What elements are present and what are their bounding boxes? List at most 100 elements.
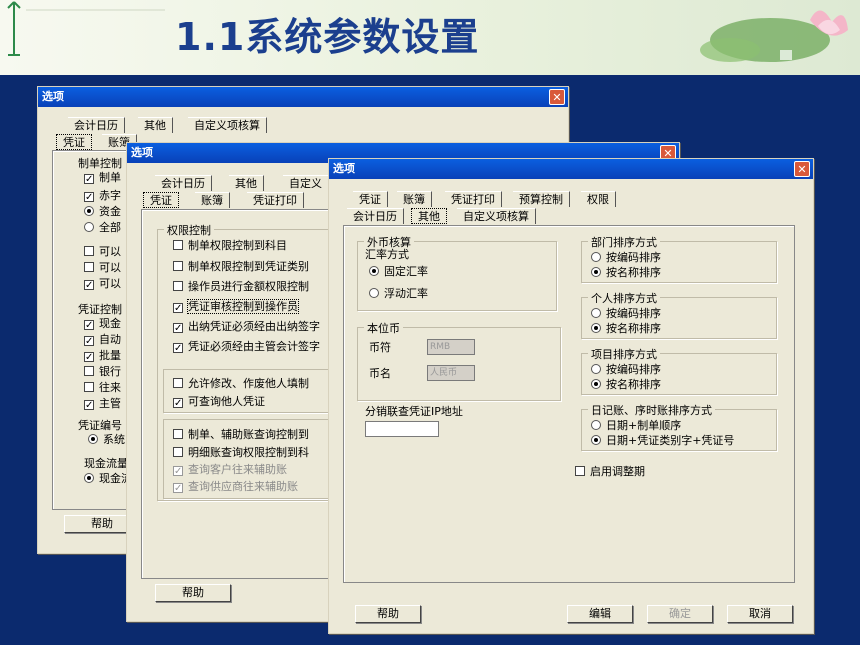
checkbox-item[interactable]: ✓ 主管 — [84, 397, 121, 411]
checkbox-checked-icon[interactable]: ✓ — [84, 174, 94, 185]
radio-selected-icon[interactable] — [369, 266, 379, 276]
checkbox-icon[interactable] — [173, 240, 183, 250]
radio-item[interactable]: 系统 — [88, 433, 125, 447]
checkbox-item[interactable]: 可以 — [84, 245, 121, 259]
checkbox-icon[interactable] — [173, 281, 183, 291]
tab-voucher[interactable]: 凭证 — [56, 134, 92, 150]
radio-selected-icon[interactable] — [84, 206, 94, 216]
radio-selected-icon[interactable] — [88, 434, 98, 444]
tab-budget-control[interactable]: 预算控制 — [513, 191, 570, 207]
checkbox-checked-icon[interactable]: ✓ — [84, 336, 94, 347]
tab-other[interactable]: 其他 — [229, 175, 264, 191]
radio-sort-by-code[interactable]: 按编码排序 — [591, 307, 661, 321]
tab-voucher[interactable]: 凭证 — [143, 192, 179, 208]
checkbox-icon[interactable] — [84, 262, 94, 272]
checkbox-item[interactable]: 制单、辅助账查询控制到 — [173, 428, 309, 442]
tab-calendar[interactable]: 会计日历 — [155, 175, 212, 191]
close-button[interactable]: ✕ — [794, 161, 810, 177]
radio-sort-by-name[interactable]: 按名称排序 — [591, 322, 661, 336]
checkbox-item[interactable]: ✓ 可以 — [84, 277, 121, 291]
radio-date-entry-order[interactable]: 日期+制单顺序 — [591, 419, 681, 433]
checkbox-checked-icon[interactable]: ✓ — [84, 352, 94, 363]
tab-other[interactable]: 其他 — [138, 117, 173, 133]
group-title: 项目排序方式 — [588, 346, 660, 362]
tab-voucher[interactable]: 凭证 — [353, 191, 388, 207]
checkbox-icon[interactable] — [575, 466, 585, 476]
close-button[interactable]: ✕ — [549, 89, 565, 105]
radio-sort-by-name[interactable]: 按名称排序 — [591, 266, 661, 280]
ip-address-input[interactable] — [365, 421, 439, 437]
checkbox-icon[interactable] — [173, 447, 183, 457]
tab-custom-items[interactable]: 自定义项核算 — [188, 117, 267, 133]
checkbox-icon[interactable] — [173, 378, 183, 388]
checkbox-item[interactable]: ✓ 凭证审核控制到操作员 — [173, 299, 299, 314]
radio-selected-icon[interactable] — [84, 473, 94, 483]
radio-date-voucher-type-number[interactable]: 日期+凭证类别字+凭证号 — [591, 434, 734, 448]
dialog-title-bar: 选项 — [329, 159, 813, 179]
tab-custom-items[interactable]: 自定义 — [283, 175, 329, 191]
radio-selected-icon[interactable] — [591, 323, 601, 333]
checkbox-item[interactable]: ✓ 自动 — [84, 333, 121, 347]
tab-custom-items[interactable]: 自定义项核算 — [457, 208, 536, 224]
checkbox-item[interactable]: 制单权限控制到科目 — [173, 239, 287, 253]
tab-calendar[interactable]: 会计日历 — [347, 208, 404, 224]
checkbox-enable-adjustment-period[interactable]: 启用调整期 — [575, 465, 645, 479]
checkbox-item[interactable]: 可以 — [84, 261, 121, 275]
checkbox-icon[interactable] — [84, 366, 94, 376]
radio-selected-icon[interactable] — [591, 379, 601, 389]
tab-permissions[interactable]: 权限 — [581, 191, 616, 207]
tab-voucher-print[interactable]: 凭证打印 — [247, 192, 304, 208]
radio-selected-icon[interactable] — [591, 435, 601, 445]
checkbox-checked-icon[interactable]: ✓ — [173, 343, 183, 354]
radio-icon[interactable] — [591, 252, 601, 262]
radio-item[interactable]: 现金流 — [84, 472, 132, 486]
tab-ledger[interactable]: 账簿 — [397, 191, 432, 207]
checkbox-checked-icon[interactable]: ✓ — [84, 192, 94, 203]
radio-sort-by-code[interactable]: 按编码排序 — [591, 363, 661, 377]
radio-sort-by-name[interactable]: 按名称排序 — [591, 378, 661, 392]
checkbox-icon[interactable] — [173, 261, 183, 271]
radio-fixed-rate[interactable]: 固定汇率 — [369, 265, 428, 279]
tab-ledger[interactable]: 账簿 — [195, 192, 230, 208]
checkbox-icon[interactable] — [173, 429, 183, 439]
checkbox-item[interactable]: ✓ 赤字 — [84, 189, 121, 203]
checkbox-item[interactable]: 制单权限控制到凭证类别 — [173, 260, 309, 274]
checkbox-icon[interactable] — [84, 382, 94, 392]
radio-item[interactable]: 资金 — [84, 205, 121, 219]
checkbox-icon[interactable] — [84, 246, 94, 256]
radio-sort-by-code[interactable]: 按编码排序 — [591, 251, 661, 265]
help-button[interactable]: 帮助 — [355, 605, 421, 623]
tab-calendar[interactable]: 会计日历 — [68, 117, 125, 133]
group-label: 现金流量 — [84, 457, 128, 470]
checkbox-item[interactable]: 往来 — [84, 381, 121, 395]
checkbox-item[interactable]: 操作员进行金额权限控制 — [173, 280, 309, 294]
radio-floating-rate[interactable]: 浮动汇率 — [369, 287, 428, 301]
radio-icon[interactable] — [369, 288, 379, 298]
checkbox-item[interactable]: ✓ 可查询他人凭证 — [173, 395, 265, 409]
checkbox-checked-icon[interactable]: ✓ — [84, 400, 94, 411]
checkbox-item[interactable]: ✓ 出纳凭证必须经由出纳签字 — [173, 320, 320, 334]
checkbox-item[interactable]: ✓ 批量 — [84, 349, 121, 363]
checkbox-item[interactable]: ✓ 现金 — [84, 317, 121, 331]
radio-icon[interactable] — [84, 222, 94, 232]
checkbox-checked-icon[interactable]: ✓ — [173, 303, 183, 314]
tab-voucher-print[interactable]: 凭证打印 — [445, 191, 502, 207]
checkbox-item[interactable]: ✓ 凭证必须经由主管会计签字 — [173, 340, 320, 354]
radio-icon[interactable] — [591, 364, 601, 374]
edit-button[interactable]: 编辑 — [567, 605, 633, 623]
help-button[interactable]: 帮助 — [155, 584, 231, 602]
cancel-button[interactable]: 取消 — [727, 605, 793, 623]
radio-selected-icon[interactable] — [591, 267, 601, 277]
checkbox-item[interactable]: 银行 — [84, 365, 121, 379]
tab-other[interactable]: 其他 — [411, 208, 447, 224]
checkbox-checked-icon[interactable]: ✓ — [84, 280, 94, 291]
checkbox-item[interactable]: 明细账查询权限控制到科 — [173, 446, 309, 460]
checkbox-checked-icon[interactable]: ✓ — [84, 320, 94, 331]
radio-icon[interactable] — [591, 420, 601, 430]
radio-item[interactable]: 全部 — [84, 221, 121, 235]
radio-icon[interactable] — [591, 308, 601, 318]
checkbox-checked-icon[interactable]: ✓ — [173, 398, 183, 409]
checkbox-item[interactable]: 允许修改、作废他人填制 — [173, 377, 309, 391]
checkbox-checked-icon[interactable]: ✓ — [173, 323, 183, 334]
checkbox-item[interactable]: ✓ 制单 — [84, 171, 121, 185]
